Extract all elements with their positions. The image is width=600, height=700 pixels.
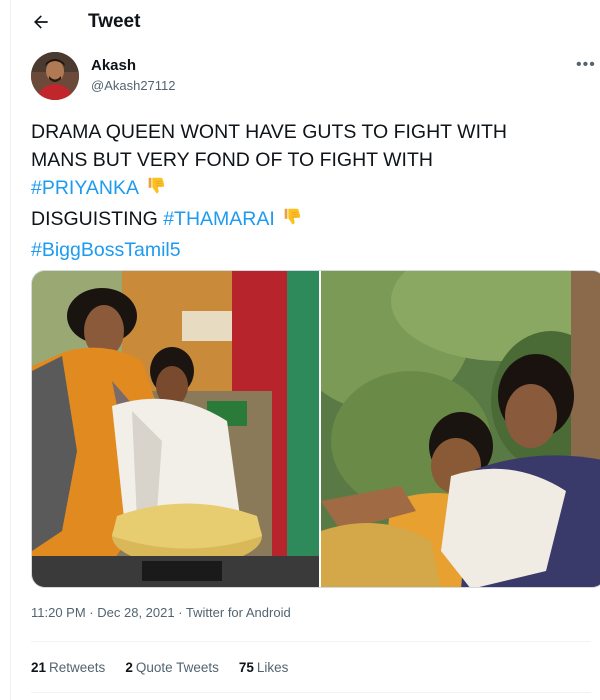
tweet-time[interactable]: 11:20 PM <box>31 605 86 620</box>
divider <box>31 692 591 693</box>
author-handle[interactable]: @Akash27112 <box>91 78 176 93</box>
thumbs-down-icon <box>145 175 167 205</box>
retweets-label: Retweets <box>49 660 106 675</box>
tweet-line-2: MANS BUT VERY FOND OF TO FIGHT WITH <box>31 149 433 171</box>
tweet-metadata: 11:20 PM · Dec 28, 2021 · Twitter for An… <box>31 605 291 620</box>
meta-separator: · <box>85 605 98 620</box>
more-options-icon[interactable]: ••• <box>576 56 596 74</box>
header: Tweet <box>11 0 600 46</box>
tweet-line-4: DISGUISTING #THAMARAI <box>31 205 591 236</box>
divider <box>31 641 591 642</box>
retweets-stat[interactable]: 21 Retweets <box>31 660 105 675</box>
hashtag-biggbosstamil5[interactable]: #BiggBossTamil5 <box>31 239 181 261</box>
quote-tweets-label: Quote Tweets <box>135 660 219 675</box>
hashtag-thamarai[interactable]: #THAMARAI <box>163 208 275 230</box>
tweet-text: DRAMA QUEEN WONT HAVE GUTS TO FIGHT WITH… <box>31 118 591 264</box>
arrow-left-icon <box>34 15 48 29</box>
tweet-source[interactable]: Twitter for Android <box>186 605 291 620</box>
meta-separator: · <box>174 605 186 620</box>
tweet-date[interactable]: Dec 28, 2021 <box>97 605 174 620</box>
tweet-line-1: DRAMA QUEEN WONT HAVE GUTS TO FIGHT WITH <box>31 121 507 143</box>
page-title: Tweet <box>88 11 141 32</box>
back-button[interactable] <box>29 10 53 34</box>
quote-tweets-count: 2 <box>125 660 133 675</box>
tweet-line-4-text: DISGUISTING <box>31 208 164 230</box>
tweet-page: Tweet Akash @Akash27112 ••• DRAMA QUEEN … <box>10 0 600 700</box>
tweet-stats: 21 Retweets 2 Quote Tweets 75 Likes <box>31 660 288 675</box>
media-image-left[interactable] <box>32 271 319 587</box>
likes-count: 75 <box>238 660 254 675</box>
tweet-media[interactable] <box>31 270 600 588</box>
retweets-count: 21 <box>31 660 47 675</box>
media-image-right[interactable] <box>318 271 600 587</box>
hashtag-priyanka[interactable]: #PRIYANKA <box>31 177 139 199</box>
author-name[interactable]: Akash <box>91 57 136 74</box>
quote-tweets-stat[interactable]: 2 Quote Tweets <box>125 660 219 675</box>
tweet-line-3: #PRIYANKA <box>31 174 591 205</box>
tweet-line-5: #BiggBossTamil5 <box>31 236 591 264</box>
likes-label: Likes <box>256 660 289 675</box>
avatar[interactable] <box>31 52 79 100</box>
likes-stat[interactable]: 75 Likes <box>239 660 289 675</box>
thumbs-down-icon <box>281 206 303 236</box>
